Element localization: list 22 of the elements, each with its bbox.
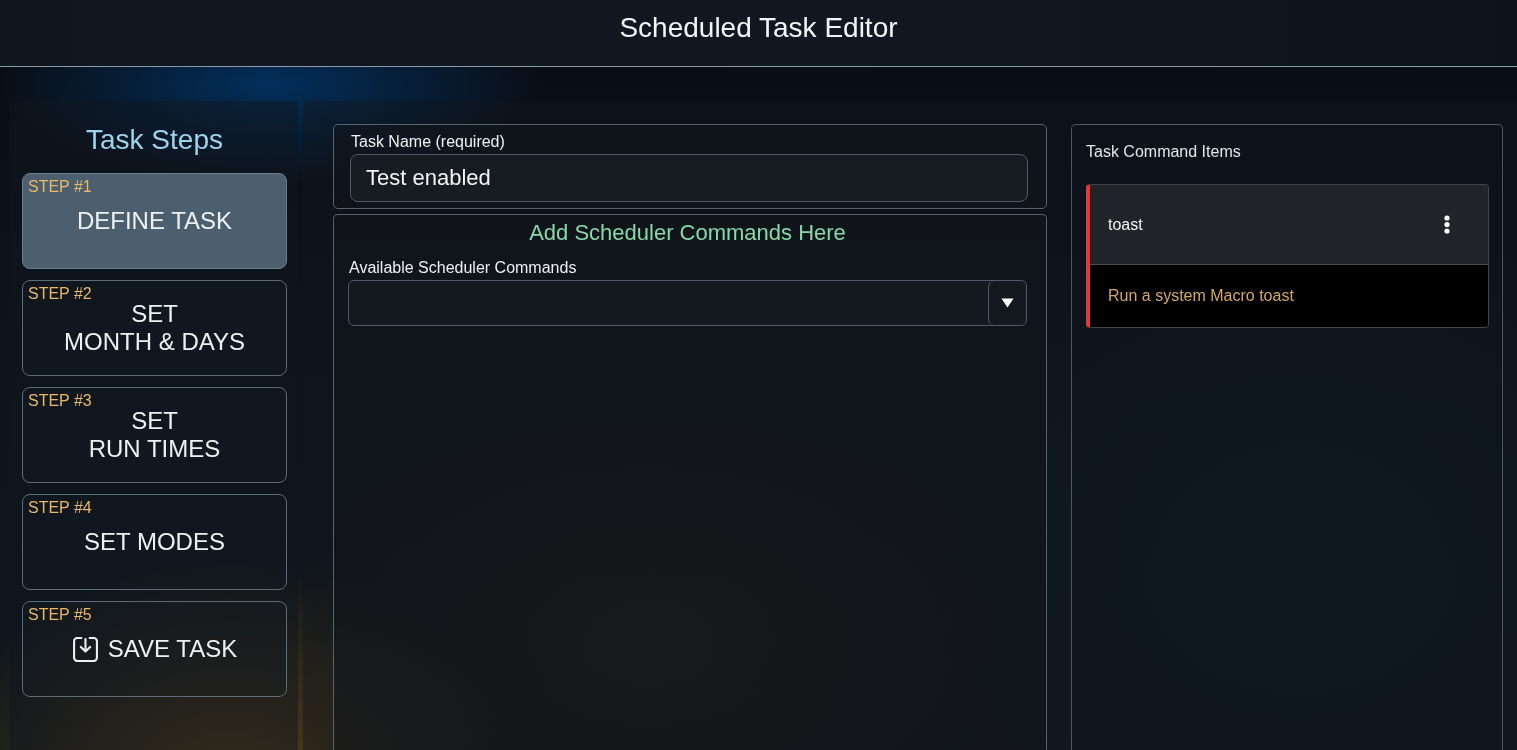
step-button[interactable]: STEP #5 SAVE TASK — [22, 601, 287, 697]
step-number: STEP #5 — [28, 605, 92, 625]
step-button[interactable]: STEP #2 SET MONTH & DAYS — [22, 280, 287, 376]
field-label: Task Name (required) — [351, 132, 506, 152]
task-name-field[interactable]: Test enabled — [350, 154, 1028, 202]
command-name: toast — [1108, 215, 1143, 234]
step-button[interactable]: STEP #4 SET MODES — [22, 494, 287, 590]
panel-title: Task Command Items — [1086, 142, 1242, 162]
caret-icon — [1001, 298, 1014, 308]
sidebar-title: Task Steps — [85, 123, 224, 157]
field-label: Available Scheduler Commands — [349, 258, 578, 278]
more-options-icon[interactable] — [1444, 215, 1450, 234]
step-number: STEP #2 — [28, 284, 92, 304]
step-number: STEP #4 — [28, 498, 92, 518]
command-description: Run a system Macro toast — [1108, 287, 1294, 305]
step-number: STEP #3 — [28, 391, 92, 411]
step-button[interactable]: STEP #3 SET RUN TIMES — [22, 387, 287, 483]
step-number: STEP #1 — [28, 177, 92, 197]
step-button[interactable]: STEP #1 DEFINE TASK — [22, 173, 287, 269]
section-heading: Add Scheduler Commands Here — [528, 220, 847, 246]
page-title: Scheduled Task Editor — [619, 11, 898, 45]
save-icon — [71, 635, 99, 663]
